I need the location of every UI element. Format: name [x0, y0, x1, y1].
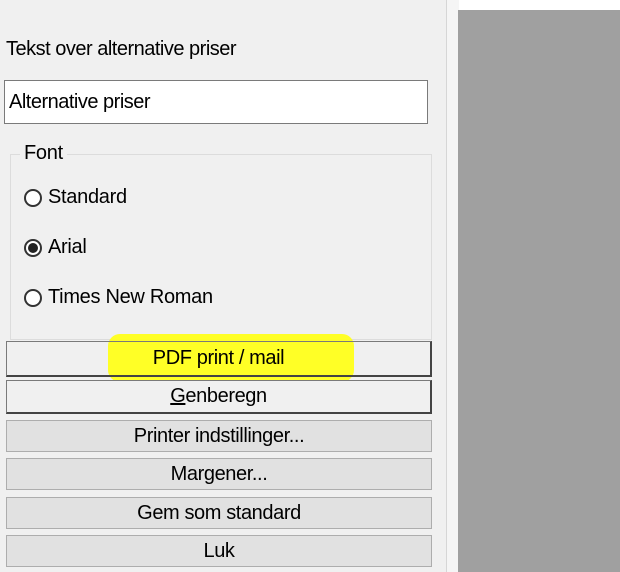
alt-price-text-label: Tekst over alternative priser [6, 38, 237, 60]
font-radio-arial-label: Arial [48, 236, 87, 258]
recalculate-button[interactable]: Genberegn [6, 380, 432, 414]
font-radio-times-label: Times New Roman [48, 286, 213, 308]
radio-circle-icon[interactable] [24, 188, 42, 207]
margins-button[interactable]: Margener... [6, 458, 432, 490]
radio-dot-icon [28, 242, 38, 253]
printer-settings-label: Printer indstillinger... [133, 424, 305, 447]
margins-label: Margener... [170, 462, 268, 485]
font-group-title: Font [20, 142, 67, 165]
preview-area [458, 10, 620, 572]
font-radio-standard[interactable]: Standard [24, 186, 127, 209]
pdf-print-mail-button[interactable]: PDF print / mail [6, 341, 432, 377]
close-label: Luk [203, 539, 235, 562]
radio-selected-icon[interactable] [24, 238, 42, 257]
font-radio-standard-label: Standard [48, 186, 127, 208]
font-radio-arial[interactable]: Arial [24, 236, 87, 259]
save-default-label: Gem som standard [137, 501, 301, 524]
font-radio-times[interactable]: Times New Roman [24, 286, 213, 309]
close-button[interactable]: Luk [6, 535, 432, 567]
save-default-button[interactable]: Gem som standard [6, 497, 432, 529]
printer-settings-button[interactable]: Printer indstillinger... [6, 420, 432, 452]
alt-price-text-input[interactable] [4, 80, 428, 124]
radio-circle-icon[interactable] [24, 288, 42, 307]
recalculate-label: Genberegn [170, 385, 267, 407]
pdf-print-mail-label: PDF print / mail [152, 347, 285, 369]
